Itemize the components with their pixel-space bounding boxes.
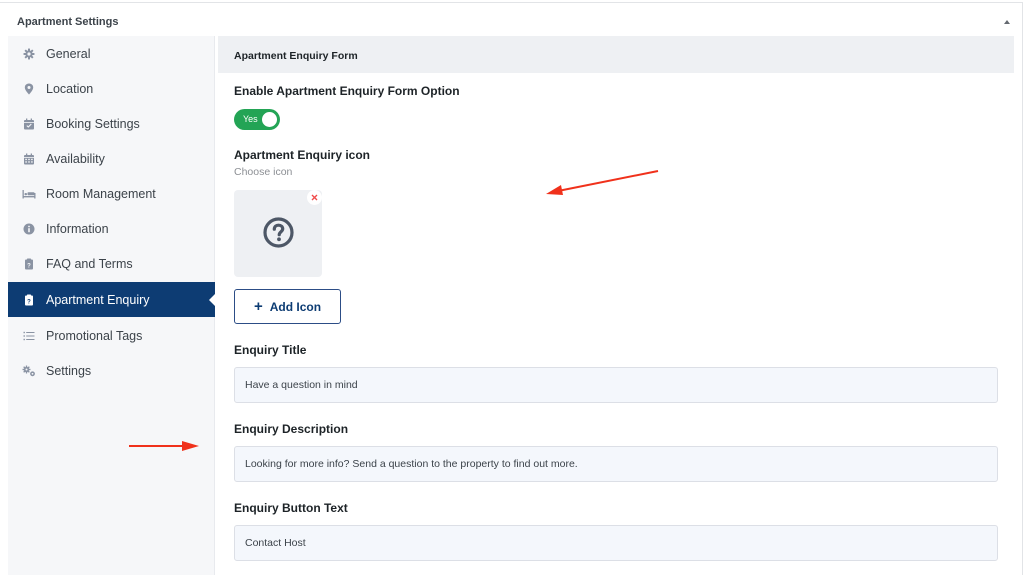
toggle-knob bbox=[262, 112, 277, 127]
collapse-toggle-icon[interactable] bbox=[1001, 17, 1013, 27]
enable-enquiry-toggle[interactable]: Yes bbox=[234, 109, 280, 130]
enquiry-title-input[interactable] bbox=[234, 367, 998, 403]
sidebar-item-settings[interactable]: Settings bbox=[8, 353, 215, 388]
sidebar-item-label: Booking Settings bbox=[46, 116, 140, 131]
sidebar-item-faq-and-terms[interactable]: ? FAQ and Terms bbox=[8, 246, 215, 281]
sidebar-item-label: Room Management bbox=[46, 186, 156, 201]
sidebar-item-promotional-tags[interactable]: Promotional Tags bbox=[8, 318, 215, 353]
sidebar-item-availability[interactable]: Availability bbox=[8, 141, 215, 176]
section-header: Apartment Enquiry Form bbox=[218, 36, 1014, 73]
enquiry-description-input[interactable] bbox=[234, 446, 998, 482]
sidebar-item-room-management[interactable]: Room Management bbox=[8, 176, 215, 211]
clipboard-question-icon: ? bbox=[23, 294, 35, 306]
sidebar-item-label: Settings bbox=[46, 363, 92, 378]
plus-icon: + bbox=[253, 298, 263, 315]
icon-preview[interactable] bbox=[234, 190, 322, 277]
svg-text:?: ? bbox=[27, 263, 31, 269]
list-icon bbox=[23, 330, 35, 342]
apartment-settings-page: Apartment Settings General Location Book… bbox=[0, 0, 1024, 575]
close-icon bbox=[311, 194, 318, 201]
enquiry-button-text-label: Enquiry Button Text bbox=[234, 501, 348, 515]
sidebar-item-label: FAQ and Terms bbox=[46, 256, 133, 271]
calendar-grid-icon bbox=[23, 153, 35, 165]
toggle-state-text: Yes bbox=[243, 114, 258, 124]
calendar-check-icon bbox=[23, 118, 35, 130]
sidebar-item-general[interactable]: General bbox=[8, 36, 215, 71]
panel-header: Apartment Settings bbox=[0, 3, 1022, 36]
info-circle-icon bbox=[23, 223, 35, 235]
gears-icon bbox=[22, 365, 36, 377]
sidebar-item-label: Availability bbox=[46, 151, 105, 166]
map-pin-icon bbox=[23, 83, 35, 95]
sidebar-item-label: Location bbox=[46, 81, 94, 96]
question-circle-icon bbox=[262, 216, 295, 249]
active-indicator bbox=[209, 293, 216, 307]
sidebar-item-apartment-enquiry[interactable]: ? Apartment Enquiry bbox=[8, 282, 216, 317]
sidebar-item-label: Promotional Tags bbox=[46, 328, 143, 343]
sidebar-item-location[interactable]: Location bbox=[8, 71, 215, 106]
enquiry-button-text-input[interactable] bbox=[234, 525, 998, 561]
sidebar-item-label: Apartment Enquiry bbox=[46, 292, 150, 307]
sidebar-item-information[interactable]: Information bbox=[8, 211, 215, 246]
add-icon-button[interactable]: + Add Icon bbox=[234, 289, 341, 324]
enquiry-icon-sublabel: Choose icon bbox=[234, 166, 293, 178]
sidebar-item-label: Information bbox=[46, 221, 109, 236]
gear-icon bbox=[23, 48, 35, 60]
add-icon-label: Add Icon bbox=[269, 299, 322, 314]
sidebar-item-label: General bbox=[46, 46, 91, 61]
section-title: Apartment Enquiry Form bbox=[234, 50, 358, 62]
bed-icon bbox=[22, 188, 36, 200]
enquiry-icon-label: Apartment Enquiry icon bbox=[234, 148, 371, 162]
enquiry-title-label: Enquiry Title bbox=[234, 343, 307, 357]
enable-option-label: Enable Apartment Enquiry Form Option bbox=[234, 84, 460, 98]
enquiry-form-content: Apartment Enquiry Form Enable Apartment … bbox=[216, 36, 1014, 575]
panel-title: Apartment Settings bbox=[17, 16, 119, 28]
svg-text:?: ? bbox=[27, 299, 31, 305]
enquiry-description-label: Enquiry Description bbox=[234, 422, 349, 436]
remove-icon-button[interactable] bbox=[307, 190, 322, 205]
settings-sidebar: General Location Booking Settings Availa… bbox=[8, 36, 216, 575]
right-divider bbox=[1022, 2, 1023, 575]
clipboard-question-icon: ? bbox=[23, 258, 35, 270]
sidebar-item-booking-settings[interactable]: Booking Settings bbox=[8, 106, 215, 141]
